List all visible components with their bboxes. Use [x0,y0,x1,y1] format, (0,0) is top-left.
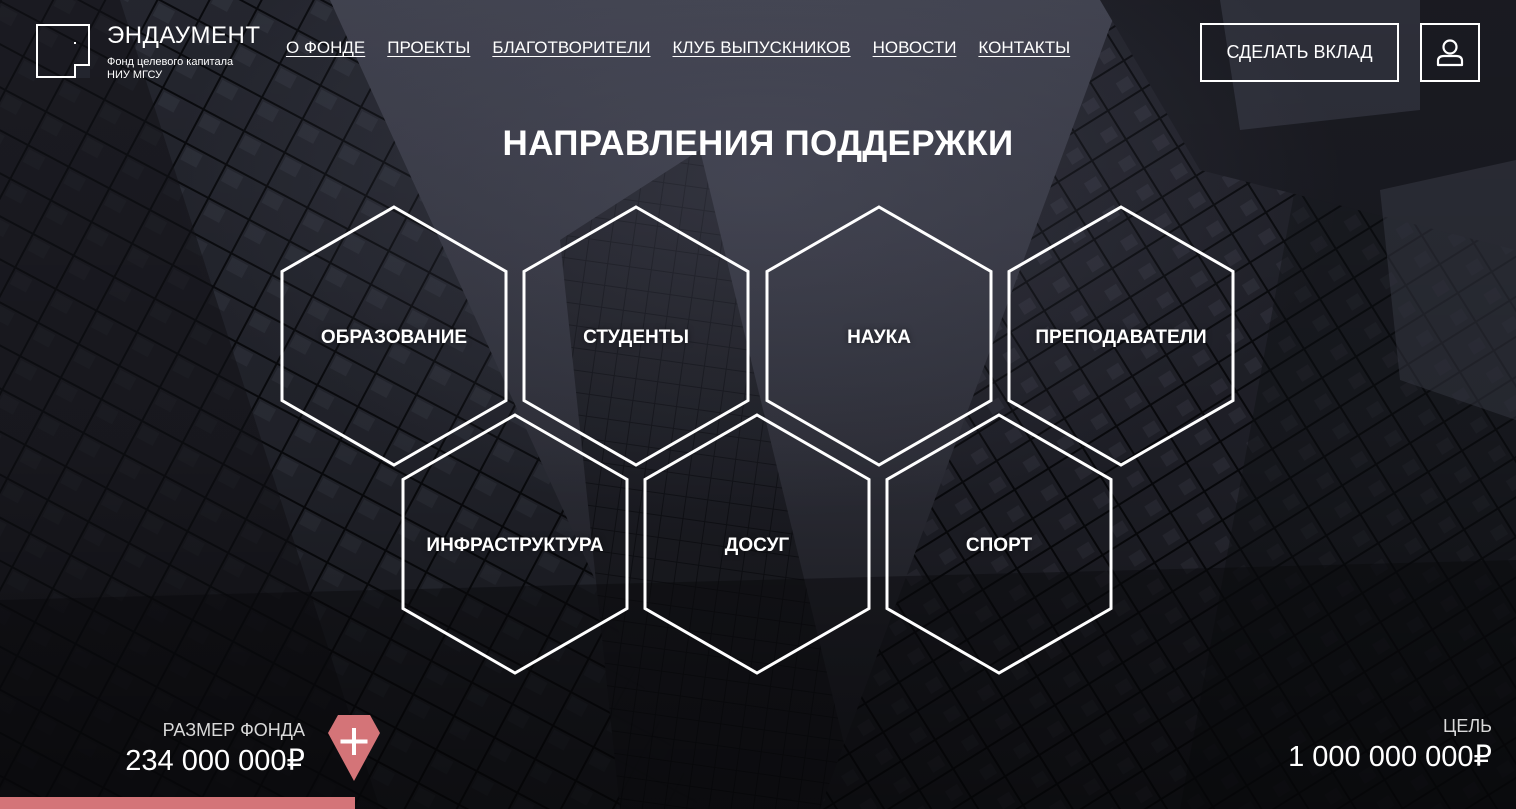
fund-size-label: РАЗМЕР ФОНДА [162,720,305,740]
background-photo [0,0,1516,809]
nav-item-donors[interactable]: БЛАГОТВОРИТЕЛИ [492,38,650,58]
hex-label-education[interactable]: ОБРАЗОВАНИЕ [321,327,467,349]
add-contribution-button[interactable] [328,715,380,781]
hex-label-infrastructure[interactable]: ИНФРАСТРУКТУРА [426,535,603,557]
goal-value: 1 000 000 000₽ [1288,741,1492,773]
hex-label-science[interactable]: НАУКА [847,327,911,349]
nav-item-contacts[interactable]: КОНТАКТЫ [978,38,1070,58]
account-button[interactable] [1420,23,1480,82]
nav-item-projects[interactable]: ПРОЕКТЫ [387,38,470,58]
user-icon [1436,38,1464,66]
fund-progress-fill [0,797,355,809]
plus-icon [328,715,380,781]
nav-item-about[interactable]: О ФОНДЕ [286,38,365,58]
logo-title: ЭНДАУМЕНТ [107,22,261,49]
donate-button[interactable]: СДЕЛАТЬ ВКЛАД [1200,23,1399,82]
logo-subtitle: Фонд целевого капитала НИУ МГСУ [107,56,233,82]
nav-item-news[interactable]: НОВОСТИ [873,38,957,58]
hex-label-students[interactable]: СТУДЕНТЫ [583,327,689,349]
main-nav: О ФОНДЕ ПРОЕКТЫ БЛАГОТВОРИТЕЛИ КЛУБ ВЫПУ… [286,38,1070,58]
hex-label-teachers[interactable]: ПРЕПОДАВАТЕЛИ [1035,327,1206,349]
nav-item-alumni-club[interactable]: КЛУБ ВЫПУСКНИКОВ [673,38,851,58]
goal-label: ЦЕЛЬ [1443,716,1492,736]
fund-progress-bar [0,797,1516,809]
hex-label-leisure[interactable]: ДОСУГ [725,535,789,557]
page-title: НАПРАВЛЕНИЯ ПОДДЕРЖКИ [502,124,1014,163]
hex-label-sport[interactable]: СПОРТ [966,535,1032,557]
logo-mark-icon [36,24,90,78]
fund-size-value: 234 000 000₽ [125,745,305,777]
logo-subtitle-line1: Фонд целевого капитала [107,56,234,68]
logo-subtitle-line2: НИУ МГСУ [107,69,163,81]
